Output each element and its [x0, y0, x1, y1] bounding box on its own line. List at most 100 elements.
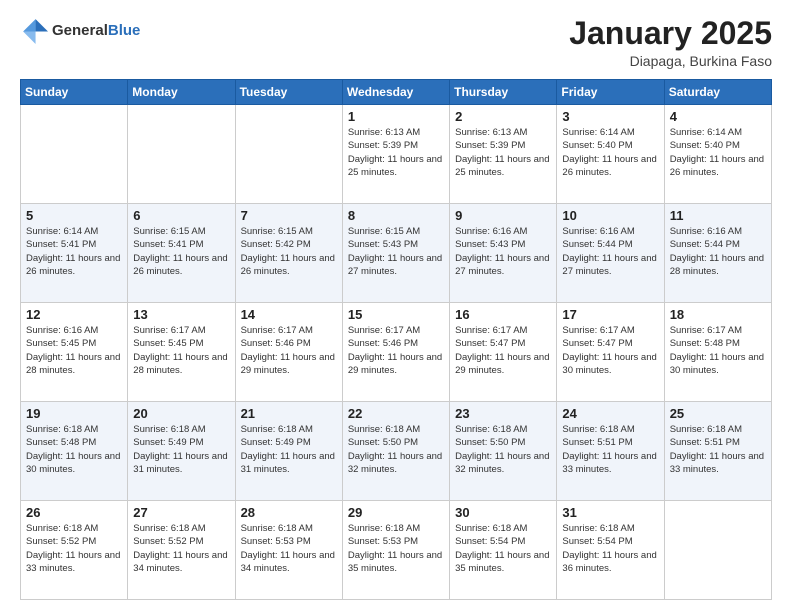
day-cell: 13Sunrise: 6:17 AMSunset: 5:45 PMDayligh… [128, 303, 235, 402]
week-row-5: 26 Sunrise: 6:18 AMSunset: 5:52 PMDayligh… [21, 501, 772, 600]
logo: GeneralBlue [20, 16, 140, 44]
day-number: 14 [241, 307, 337, 322]
day-cell: 19Sunrise: 6:18 AMSunset: 5:48 PMDayligh… [21, 402, 128, 501]
week-row-3: 12 Sunrise: 6:16 AMSunset: 5:45 PMDayligh… [21, 303, 772, 402]
header: GeneralBlue January 2025 Diapaga, Burkin… [20, 16, 772, 69]
day-info: Sunrise: 6:18 AMSunset: 5:54 PMDaylight:… [455, 522, 551, 575]
weekday-header-row: SundayMondayTuesdayWednesdayThursdayFrid… [21, 80, 772, 105]
day-info: Sunrise: 6:17 AMSunset: 5:45 PMDaylight:… [133, 324, 229, 377]
day-number: 15 [348, 307, 444, 322]
day-info: Sunrise: 6:13 AMSunset: 5:39 PMDaylight:… [455, 126, 551, 179]
page: GeneralBlue January 2025 Diapaga, Burkin… [0, 0, 792, 612]
day-info: Sunrise: 6:17 AMSunset: 5:46 PMDaylight:… [348, 324, 444, 377]
week-row-1: 1 Sunrise: 6:13 AMSunset: 5:39 PMDaylight… [21, 105, 772, 204]
day-number: 6 [133, 208, 229, 223]
day-cell: 5 Sunrise: 6:14 AMSunset: 5:41 PMDaylight… [21, 204, 128, 303]
day-cell: 15 Sunrise: 6:17 AMSunset: 5:46 PMDayligh… [342, 303, 449, 402]
calendar-table: SundayMondayTuesdayWednesdayThursdayFrid… [20, 79, 772, 600]
logo-text: GeneralBlue [52, 22, 140, 39]
day-cell: 26Sunrise: 6:18 AMSunset: 5:52 PMDayligh… [21, 501, 128, 600]
day-number: 28 [241, 505, 337, 520]
day-info: Sunrise: 6:14 AMSunset: 5:40 PMDaylight:… [562, 126, 658, 179]
day-cell: 12 Sunrise: 6:16 AMSunset: 5:45 PMDayligh… [21, 303, 128, 402]
day-cell: 11Sunrise: 6:16 AMSunset: 5:44 PMDayligh… [664, 204, 771, 303]
day-cell: 22Sunrise: 6:18 AMSunset: 5:50 PMDayligh… [342, 402, 449, 501]
day-number: 18 [670, 307, 766, 322]
day-number: 30 [455, 505, 551, 520]
day-cell: 23 Sunrise: 6:18 AMSunset: 5:50 PMDayligh… [450, 402, 557, 501]
day-info: Sunrise: 6:17 AMSunset: 5:47 PMDaylight:… [562, 324, 658, 377]
day-number: 10 [562, 208, 658, 223]
day-info: Sunrise: 6:16 AMSunset: 5:44 PMDaylight:… [562, 225, 658, 278]
day-cell [21, 105, 128, 204]
weekday-monday: Monday [128, 80, 235, 105]
day-number: 27 [133, 505, 229, 520]
day-cell: 17 Sunrise: 6:17 AMSunset: 5:47 PMDayligh… [557, 303, 664, 402]
title-block: January 2025 Diapaga, Burkina Faso [569, 16, 772, 69]
day-info: Sunrise: 6:17 AMSunset: 5:47 PMDaylight:… [455, 324, 551, 377]
day-cell: 16 Sunrise: 6:17 AMSunset: 5:47 PMDayligh… [450, 303, 557, 402]
day-cell: 8Sunrise: 6:15 AMSunset: 5:43 PMDaylight… [342, 204, 449, 303]
day-cell [235, 105, 342, 204]
location: Diapaga, Burkina Faso [569, 53, 772, 69]
day-number: 19 [26, 406, 122, 421]
day-info: Sunrise: 6:17 AMSunset: 5:48 PMDaylight:… [670, 324, 766, 377]
day-number: 1 [348, 109, 444, 124]
day-number: 3 [562, 109, 658, 124]
day-info: Sunrise: 6:18 AMSunset: 5:51 PMDaylight:… [562, 423, 658, 476]
day-cell: 7 Sunrise: 6:15 AMSunset: 5:42 PMDaylight… [235, 204, 342, 303]
week-row-4: 19Sunrise: 6:18 AMSunset: 5:48 PMDayligh… [21, 402, 772, 501]
weekday-wednesday: Wednesday [342, 80, 449, 105]
day-cell: 29Sunrise: 6:18 AMSunset: 5:53 PMDayligh… [342, 501, 449, 600]
day-cell: 21 Sunrise: 6:18 AMSunset: 5:49 PMDayligh… [235, 402, 342, 501]
day-cell: 28Sunrise: 6:18 AMSunset: 5:53 PMDayligh… [235, 501, 342, 600]
day-info: Sunrise: 6:18 AMSunset: 5:52 PMDaylight:… [133, 522, 229, 575]
day-number: 9 [455, 208, 551, 223]
day-cell [128, 105, 235, 204]
day-number: 21 [241, 406, 337, 421]
day-number: 24 [562, 406, 658, 421]
day-info: Sunrise: 6:18 AMSunset: 5:50 PMDaylight:… [455, 423, 551, 476]
day-cell: 9Sunrise: 6:16 AMSunset: 5:43 PMDaylight… [450, 204, 557, 303]
day-number: 2 [455, 109, 551, 124]
logo-general: General [52, 22, 108, 39]
day-number: 11 [670, 208, 766, 223]
day-info: Sunrise: 6:15 AMSunset: 5:42 PMDaylight:… [241, 225, 337, 278]
day-cell: 25 Sunrise: 6:18 AMSunset: 5:51 PMDayligh… [664, 402, 771, 501]
day-info: Sunrise: 6:18 AMSunset: 5:51 PMDaylight:… [670, 423, 766, 476]
weekday-friday: Friday [557, 80, 664, 105]
day-cell: 1 Sunrise: 6:13 AMSunset: 5:39 PMDaylight… [342, 105, 449, 204]
day-info: Sunrise: 6:18 AMSunset: 5:49 PMDaylight:… [133, 423, 229, 476]
day-info: Sunrise: 6:14 AMSunset: 5:41 PMDaylight:… [26, 225, 122, 278]
logo-icon [20, 16, 48, 44]
day-cell: 4Sunrise: 6:14 AMSunset: 5:40 PMDaylight… [664, 105, 771, 204]
day-info: Sunrise: 6:17 AMSunset: 5:46 PMDaylight:… [241, 324, 337, 377]
day-info: Sunrise: 6:13 AMSunset: 5:39 PMDaylight:… [348, 126, 444, 179]
day-info: Sunrise: 6:18 AMSunset: 5:53 PMDaylight:… [348, 522, 444, 575]
day-number: 12 [26, 307, 122, 322]
day-cell: 6Sunrise: 6:15 AMSunset: 5:41 PMDaylight… [128, 204, 235, 303]
weekday-sunday: Sunday [21, 80, 128, 105]
day-info: Sunrise: 6:18 AMSunset: 5:50 PMDaylight:… [348, 423, 444, 476]
day-cell: 10 Sunrise: 6:16 AMSunset: 5:44 PMDayligh… [557, 204, 664, 303]
day-number: 23 [455, 406, 551, 421]
day-number: 25 [670, 406, 766, 421]
day-number: 17 [562, 307, 658, 322]
day-number: 16 [455, 307, 551, 322]
day-number: 26 [26, 505, 122, 520]
day-info: Sunrise: 6:16 AMSunset: 5:45 PMDaylight:… [26, 324, 122, 377]
day-number: 31 [562, 505, 658, 520]
day-number: 5 [26, 208, 122, 223]
day-number: 8 [348, 208, 444, 223]
day-number: 7 [241, 208, 337, 223]
day-info: Sunrise: 6:18 AMSunset: 5:54 PMDaylight:… [562, 522, 658, 575]
day-cell: 18 Sunrise: 6:17 AMSunset: 5:48 PMDayligh… [664, 303, 771, 402]
week-row-2: 5 Sunrise: 6:14 AMSunset: 5:41 PMDaylight… [21, 204, 772, 303]
day-cell: 30 Sunrise: 6:18 AMSunset: 5:54 PMDayligh… [450, 501, 557, 600]
day-cell: 2 Sunrise: 6:13 AMSunset: 5:39 PMDaylight… [450, 105, 557, 204]
day-cell [664, 501, 771, 600]
weekday-saturday: Saturday [664, 80, 771, 105]
day-cell: 31 Sunrise: 6:18 AMSunset: 5:54 PMDayligh… [557, 501, 664, 600]
day-info: Sunrise: 6:18 AMSunset: 5:49 PMDaylight:… [241, 423, 337, 476]
day-info: Sunrise: 6:14 AMSunset: 5:40 PMDaylight:… [670, 126, 766, 179]
